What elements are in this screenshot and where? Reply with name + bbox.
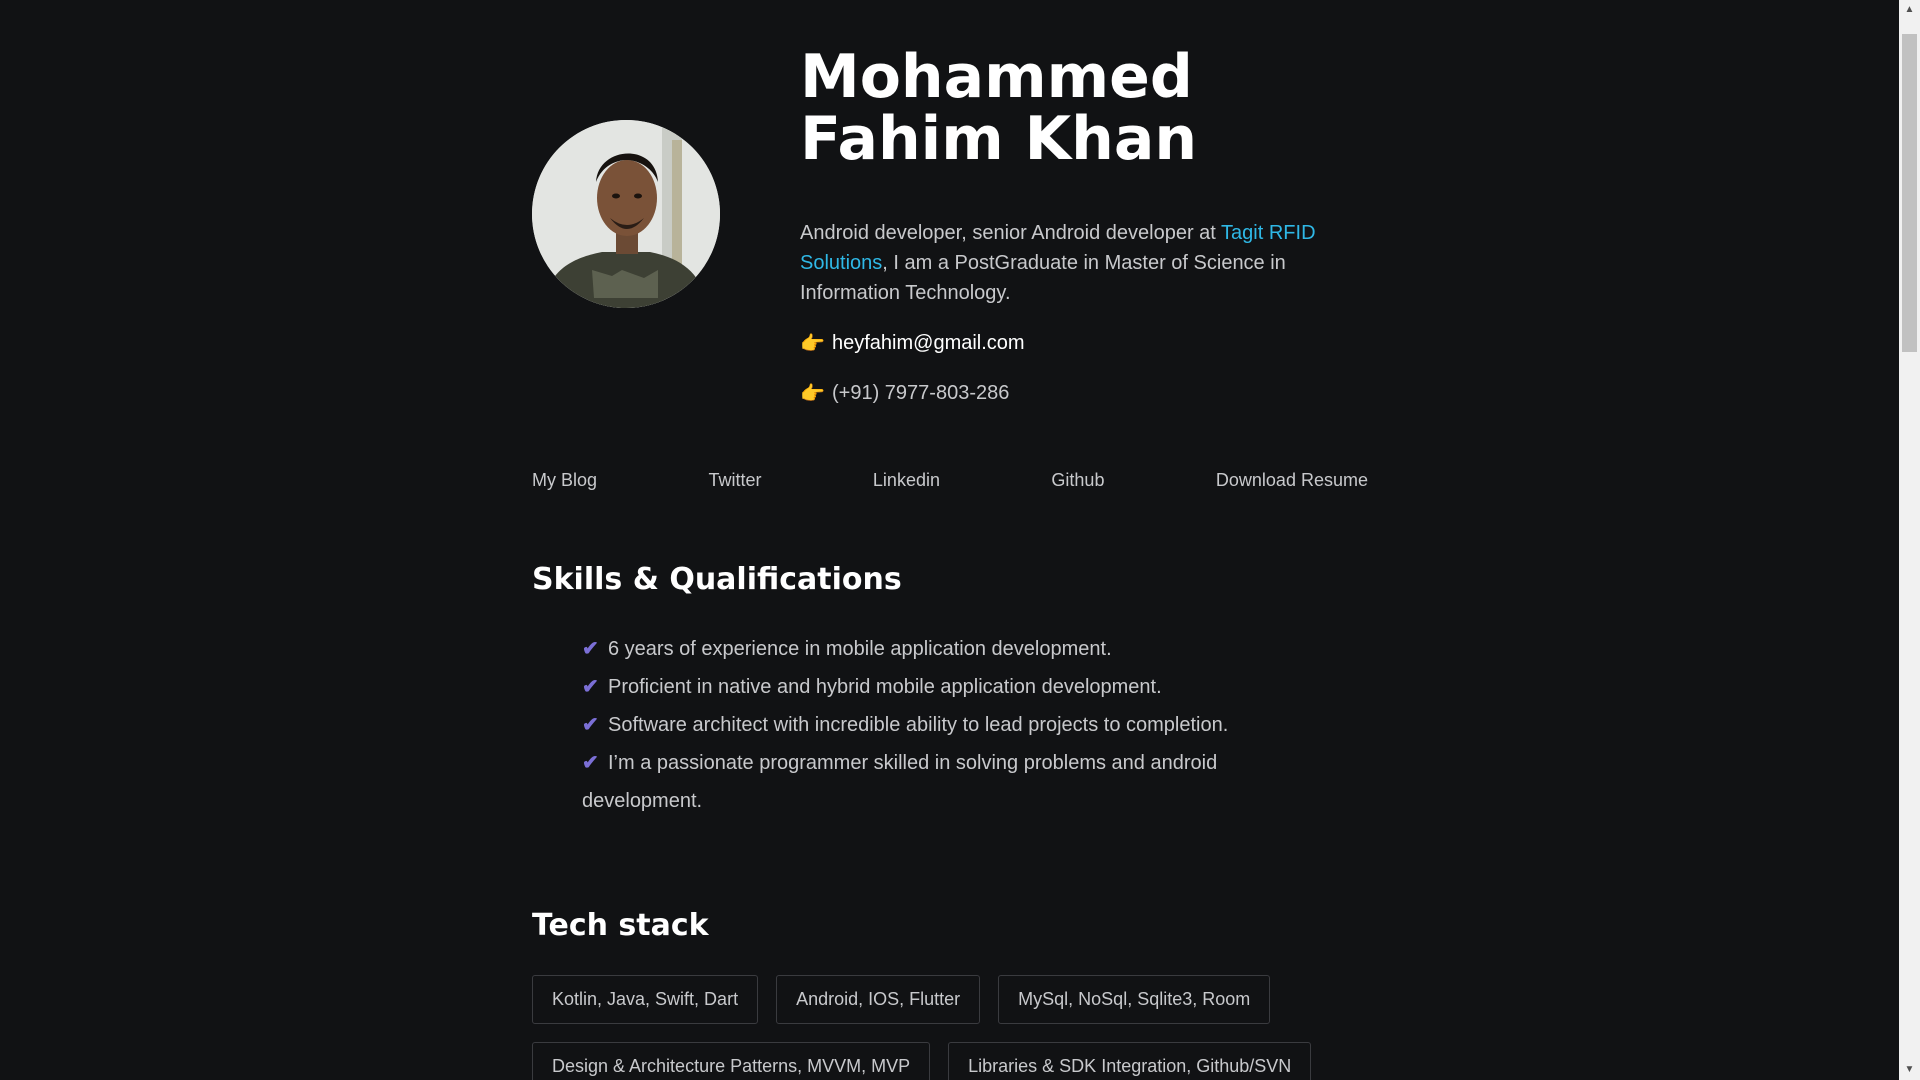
scroll-down-arrow-icon[interactable]: ▼ (1899, 1060, 1920, 1080)
check-icon: ✔ (582, 752, 599, 774)
check-icon: ✔ (582, 676, 599, 698)
tech-tag: Libraries & SDK Integration, Github/SVN (948, 1042, 1312, 1080)
skill-text: Proficient in native and hybrid mobile a… (608, 676, 1162, 698)
avatar (532, 120, 720, 308)
profile-name: Mohammed Fahim Khan (800, 42, 1198, 174)
skill-text: Software architect with incredible abili… (608, 714, 1229, 736)
tech-stack-heading: Tech stack (532, 908, 709, 943)
tech-tag: Android, IOS, Flutter (776, 975, 981, 1024)
intro: Mohammed Fahim Khan Android developer, s… (800, 0, 1380, 408)
email-link[interactable]: heyfahim@gmail.com (832, 332, 1025, 355)
tag-row: Design & Architecture Patterns, MVVM, MV… (532, 1042, 1368, 1080)
check-icon: ✔ (582, 638, 599, 660)
page: Mohammed Fahim Khan Android developer, s… (0, 0, 1920, 1080)
profile-bio: Android developer, senior Android develo… (800, 218, 1370, 308)
profile-header: Mohammed Fahim Khan Android developer, s… (532, 0, 1368, 430)
tag-row: Kotlin, Java, Swift, Dart Android, IOS, … (532, 975, 1368, 1024)
phone-number: (+91) 7977-803-286 (832, 381, 1010, 404)
bio-prefix: Android developer, senior Android develo… (800, 222, 1222, 244)
skills-list: ✔ 6 years of experience in mobile applica… (582, 630, 1342, 820)
skill-text: I’m a passionate programmer skilled in s… (582, 752, 1218, 812)
email-row: 👉 heyfahim@gmail.com (800, 328, 1380, 358)
nav-github[interactable]: Github (1051, 470, 1104, 491)
list-item: ✔ 6 years of experience in mobile applica… (582, 630, 1342, 668)
list-item: ✔ Proficient in native and hybrid mobile … (582, 668, 1342, 706)
vertical-scrollbar[interactable]: ▲ ▼ (1899, 0, 1920, 1080)
tech-tag: MySql, NoSql, Sqlite3, Room (998, 975, 1271, 1024)
skill-text: 6 years of experience in mobile applicat… (608, 638, 1112, 660)
nav-linkedin[interactable]: Linkedin (873, 470, 940, 491)
nav-my-blog[interactable]: My Blog (532, 470, 597, 491)
phone-row: 👉 (+91) 7977-803-286 (800, 378, 1380, 408)
main-container: Mohammed Fahim Khan Android developer, s… (532, 0, 1368, 1080)
check-icon: ✔ (582, 714, 599, 736)
social-nav: My Blog Twitter Linkedin Github Download… (532, 470, 1368, 491)
tech-stack-tags: Kotlin, Java, Swift, Dart Android, IOS, … (532, 975, 1368, 1080)
nav-twitter[interactable]: Twitter (708, 470, 761, 491)
pointing-hand-icon: 👉 (800, 382, 825, 405)
scroll-up-arrow-icon[interactable]: ▲ (1899, 0, 1920, 20)
skills-heading: Skills & Qualifications (532, 562, 902, 597)
scrollbar-thumb[interactable] (1902, 34, 1917, 352)
pointing-hand-icon: 👉 (800, 332, 825, 355)
tech-tag: Design & Architecture Patterns, MVVM, MV… (532, 1042, 931, 1080)
list-item: ✔ I’m a passionate programmer skilled in … (582, 744, 1342, 820)
avatar-photo (532, 120, 720, 308)
nav-download-resume[interactable]: Download Resume (1216, 470, 1368, 491)
list-item: ✔ Software architect with incredible abil… (582, 706, 1342, 744)
tech-tag: Kotlin, Java, Swift, Dart (532, 975, 759, 1024)
